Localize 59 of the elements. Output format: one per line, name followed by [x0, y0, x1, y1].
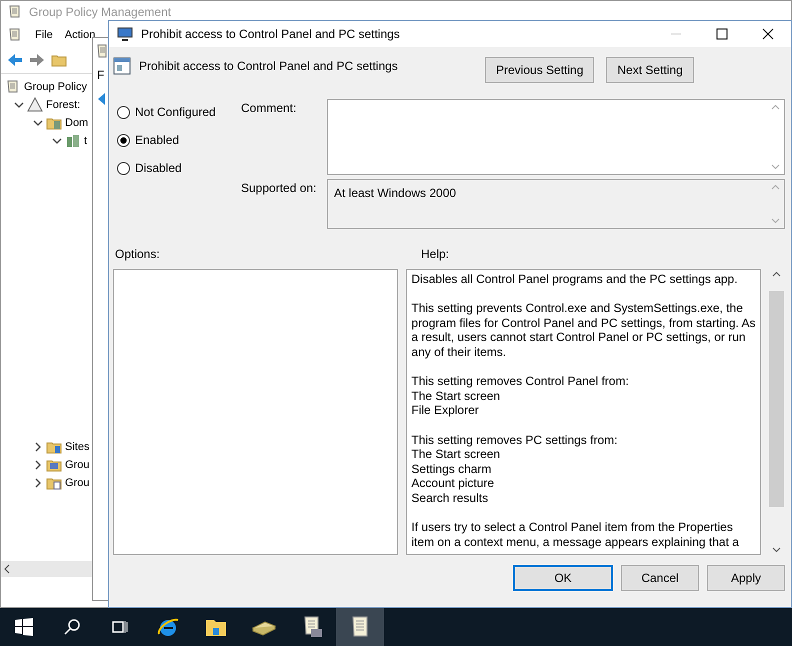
radio-icon[interactable]: [117, 162, 130, 174]
field-label: Supported on:: [241, 180, 318, 197]
monitor-icon: [117, 26, 133, 42]
tree-item[interactable]: Forest:: [46, 99, 80, 111]
section-label: Options:: [114, 247, 161, 263]
radio-option[interactable]: Not Configured: [117, 103, 241, 121]
windows-logo-icon: [15, 618, 33, 636]
chevron-down-icon[interactable]: [33, 118, 43, 128]
scroll-up-icon: [771, 184, 780, 190]
menu-item[interactable]: F: [97, 68, 104, 82]
scroll-down-icon: [771, 218, 780, 224]
menu-item[interactable]: Action: [64, 29, 96, 41]
dialog-button[interactable]: Cancel: [621, 565, 699, 591]
nav-button[interactable]: Next Setting: [606, 57, 694, 83]
dialog-button[interactable]: OK: [513, 565, 613, 591]
chevron-down-icon[interactable]: [14, 100, 24, 110]
scroll-down-icon[interactable]: [772, 547, 782, 553]
tree-item[interactable]: Group Policy: [24, 81, 87, 93]
forward-arrow-icon[interactable]: [29, 53, 45, 67]
scroll-down-icon: [771, 164, 780, 170]
back-arrow-icon[interactable]: [97, 92, 107, 106]
scroll-up-icon[interactable]: [772, 271, 782, 277]
help-text: This setting removes PC settings from: The Start screen Settings charm Account picture Search results: [411, 432, 618, 506]
search-icon: [63, 618, 81, 636]
building-icon: [65, 133, 81, 149]
policy-icon: [113, 57, 131, 75]
help-text: This setting prevents Control.exe and SystemSettings.exe, the program files for Control Panel and PC settings, from starting. As a result, users cannot start Control Panel or PC settings, or run any of their items.: [411, 301, 756, 360]
help-text: If users try to select a Control Panel item from the Properties item on a context menu, a message appears explaining that a: [411, 520, 740, 550]
radio-option[interactable]: Disabled: [117, 159, 241, 177]
chevron-right-icon[interactable]: [33, 460, 43, 470]
tree-item[interactable]: Grou: [65, 477, 90, 489]
radio-icon[interactable]: [117, 106, 130, 118]
taskbar-button[interactable]: [336, 608, 384, 646]
section-label: Help:: [421, 247, 450, 263]
supported-on-value: At least Windows 2000: [333, 185, 458, 202]
tree-item[interactable]: t: [84, 135, 88, 147]
tree-item[interactable]: Grou: [65, 459, 90, 471]
help-text: Disables all Control Panel programs and the PC settings app.: [411, 272, 739, 287]
tree-item[interactable]: Dom: [65, 117, 88, 129]
radio-option[interactable]: Enabled: [117, 131, 241, 149]
menu-item[interactable]: File: [35, 29, 53, 41]
radio-icon[interactable]: [117, 134, 130, 146]
nav-button[interactable]: Previous Setting: [485, 57, 594, 83]
back-arrow-icon[interactable]: [7, 53, 23, 67]
window-title: Prohibit access to Control Panel and PC settings: [141, 27, 401, 41]
help-text: This setting removes Control Panel from: The Start screen File Explorer: [411, 374, 630, 418]
task-view-icon: [111, 618, 129, 636]
dialog-button[interactable]: Apply: [707, 565, 785, 591]
setting-name: Prohibit access to Control Panel and PC settings: [139, 59, 398, 73]
chevron-down-icon[interactable]: [52, 136, 62, 146]
triangle-icon: [27, 97, 43, 113]
window-title: Group Policy Management: [29, 5, 172, 19]
tree-item[interactable]: Sites: [65, 441, 90, 453]
chevron-right-icon[interactable]: [33, 478, 43, 488]
field-label: Comment:: [241, 100, 298, 117]
scroll-up-icon: [771, 104, 780, 110]
scroll-icon: [97, 44, 107, 58]
chevron-right-icon[interactable]: [33, 442, 43, 452]
comment-field[interactable]: [327, 99, 785, 175]
